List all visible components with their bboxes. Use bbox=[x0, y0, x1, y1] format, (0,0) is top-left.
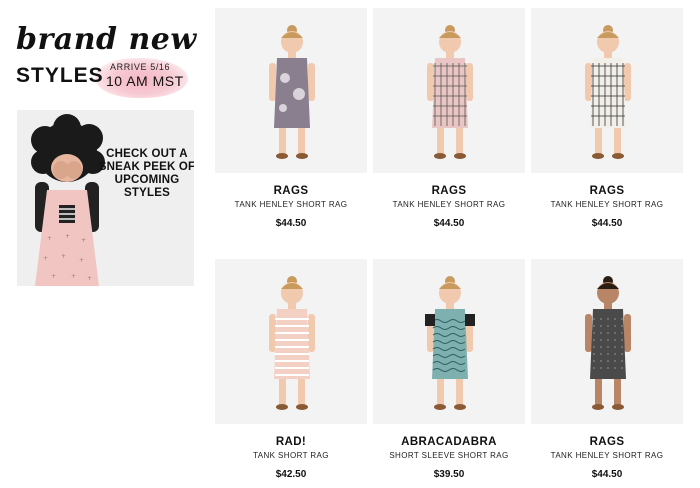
product-name[interactable]: TANK HENLEY SHORT RAG bbox=[215, 200, 367, 209]
product-photo bbox=[531, 259, 683, 424]
product-brand[interactable]: RAGS bbox=[531, 436, 683, 448]
svg-text:+: + bbox=[47, 235, 52, 242]
arrive-date: ARRIVE 5/16 bbox=[110, 62, 171, 72]
svg-text:+: + bbox=[81, 237, 86, 244]
product-name[interactable]: TANK HENLEY SHORT RAG bbox=[531, 200, 683, 209]
product-photo bbox=[373, 8, 525, 173]
product-brand[interactable]: RAD! bbox=[215, 436, 367, 448]
svg-text:+: + bbox=[43, 255, 48, 262]
svg-text:+: + bbox=[61, 253, 66, 260]
product-image[interactable] bbox=[215, 259, 367, 424]
product-price: $42.50 bbox=[275, 469, 307, 480]
svg-text:+: + bbox=[79, 257, 84, 264]
product-name[interactable]: TANK SHORT RAG bbox=[215, 451, 367, 460]
product-card[interactable]: RAGS TANK HENLEY SHORT RAG $44.50 bbox=[531, 259, 683, 480]
brand-new-title: brand new bbox=[16, 22, 197, 57]
product-price: $44.50 bbox=[591, 469, 623, 480]
product-name[interactable]: TANK HENLEY SHORT RAG bbox=[531, 451, 683, 460]
product-card[interactable]: ABRACADABRA SHORT SLEEVE SHORT RAG $39.5… bbox=[373, 259, 525, 480]
product-card[interactable]: RAGS TANK HENLEY SHORT RAG $44.50 bbox=[373, 8, 525, 229]
product-photo bbox=[215, 259, 367, 424]
promo-header: brand new STYLES ARRIVE 5/16 10 AM MST bbox=[14, 18, 204, 100]
product-card[interactable]: RAD! TANK SHORT RAG $42.50 bbox=[215, 259, 367, 480]
svg-text:+: + bbox=[65, 233, 70, 240]
product-card[interactable]: RAGS TANK HENLEY SHORT RAG $44.50 bbox=[215, 8, 367, 229]
svg-text:+: + bbox=[71, 273, 76, 280]
product-brand[interactable]: ABRACADABRA bbox=[373, 436, 525, 448]
product-image[interactable] bbox=[373, 8, 525, 173]
product-image[interactable] bbox=[531, 8, 683, 173]
svg-text:+: + bbox=[87, 275, 92, 282]
product-image[interactable] bbox=[373, 259, 525, 424]
sneak-peek-text: CHECK OUT A SNEAK PEEK OF UPCOMING STYLE… bbox=[98, 148, 194, 199]
product-brand[interactable]: RAGS bbox=[373, 185, 525, 197]
product-price: $39.50 bbox=[433, 469, 465, 480]
product-brand[interactable]: RAGS bbox=[531, 185, 683, 197]
product-photo bbox=[531, 8, 683, 173]
sneak-peek-banner[interactable]: + + + + + + + + + CHECK OUT A SNEAK PEEK OF UP… bbox=[17, 110, 194, 286]
product-card[interactable]: RAGS TANK HENLEY SHORT RAG $44.50 bbox=[531, 8, 683, 229]
product-photo bbox=[373, 259, 525, 424]
product-image[interactable] bbox=[531, 259, 683, 424]
product-image[interactable] bbox=[215, 8, 367, 173]
product-price: $44.50 bbox=[433, 218, 465, 229]
product-name[interactable]: SHORT SLEEVE SHORT RAG bbox=[373, 451, 525, 460]
svg-text:+: + bbox=[51, 273, 56, 280]
styles-title: STYLES bbox=[16, 64, 104, 87]
product-photo bbox=[215, 8, 367, 173]
arrive-time: 10 AM MST bbox=[106, 73, 184, 89]
product-price: $44.50 bbox=[275, 218, 307, 229]
product-brand[interactable]: RAGS bbox=[215, 185, 367, 197]
product-name[interactable]: TANK HENLEY SHORT RAG bbox=[373, 200, 525, 209]
product-price: $44.50 bbox=[591, 218, 623, 229]
